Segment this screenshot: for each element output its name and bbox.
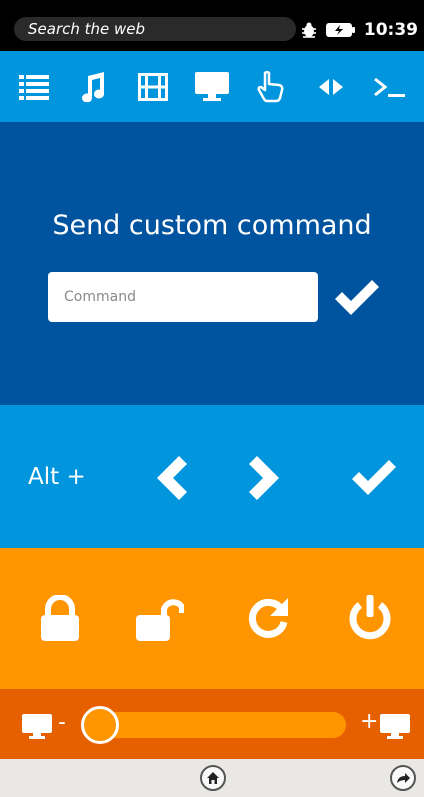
- status-indicators: 10:39: [300, 19, 418, 41]
- tab-screen[interactable]: [190, 65, 234, 109]
- status-bar: Search the web 10:39: [0, 0, 424, 51]
- search-bar[interactable]: Search the web: [14, 17, 296, 41]
- share-arrow-icon: [397, 773, 410, 783]
- power-panel: [0, 548, 424, 689]
- tab-list[interactable]: [12, 65, 56, 109]
- clock: 10:39: [363, 20, 418, 40]
- alt-right-button[interactable]: [236, 450, 292, 506]
- home-button[interactable]: [200, 765, 226, 791]
- command-title: Send custom command: [52, 210, 372, 241]
- volume-panel: - +: [0, 689, 424, 759]
- left-right-arrows-icon: [318, 78, 343, 95]
- battery-charging-icon: [325, 23, 355, 37]
- unlock-button[interactable]: [130, 588, 190, 648]
- command-panel: Send custom command: [0, 122, 424, 405]
- alt-confirm-button[interactable]: [346, 450, 402, 506]
- share-button[interactable]: [390, 765, 416, 791]
- bug-icon: [301, 22, 316, 38]
- terminal-prompt-icon: [374, 77, 406, 97]
- tab-touch[interactable]: [249, 65, 293, 109]
- film-icon: [137, 72, 168, 101]
- chevron-left-icon: [157, 456, 187, 500]
- monitor-icon: [380, 714, 410, 739]
- alt-label: Alt +: [28, 464, 86, 490]
- command-input[interactable]: [48, 272, 318, 322]
- chevron-right-icon: [249, 456, 279, 500]
- volume-slider-thumb[interactable]: [81, 706, 119, 744]
- lock-button[interactable]: [30, 588, 90, 648]
- bottom-nav: [0, 759, 424, 797]
- pointer-hand-icon: [257, 70, 284, 102]
- power-icon: [349, 595, 391, 640]
- check-icon: [335, 280, 379, 315]
- home-icon: [207, 772, 219, 784]
- tab-terminal[interactable]: [368, 65, 412, 109]
- list-icon: [18, 74, 49, 100]
- monitor-icon: [194, 71, 229, 101]
- unlock-icon: [136, 599, 184, 641]
- volume-minus-label: -: [58, 710, 66, 735]
- tab-music[interactable]: [71, 65, 115, 109]
- send-command-button[interactable]: [331, 276, 383, 320]
- lock-icon: [41, 595, 79, 641]
- tab-video[interactable]: [131, 65, 175, 109]
- restart-button[interactable]: [238, 588, 298, 648]
- alt-panel: Alt +: [0, 405, 424, 548]
- search-placeholder: Search the web: [28, 20, 146, 38]
- music-note-icon: [82, 71, 105, 102]
- tab-arrows[interactable]: [309, 65, 353, 109]
- check-icon: [352, 460, 396, 495]
- volume-plus-label: +: [360, 709, 379, 734]
- power-button[interactable]: [340, 588, 400, 648]
- toolbar: [0, 51, 424, 122]
- alt-left-button[interactable]: [144, 450, 200, 506]
- refresh-icon: [248, 598, 288, 638]
- monitor-icon: [22, 714, 52, 739]
- volume-slider-track[interactable]: [84, 712, 346, 738]
